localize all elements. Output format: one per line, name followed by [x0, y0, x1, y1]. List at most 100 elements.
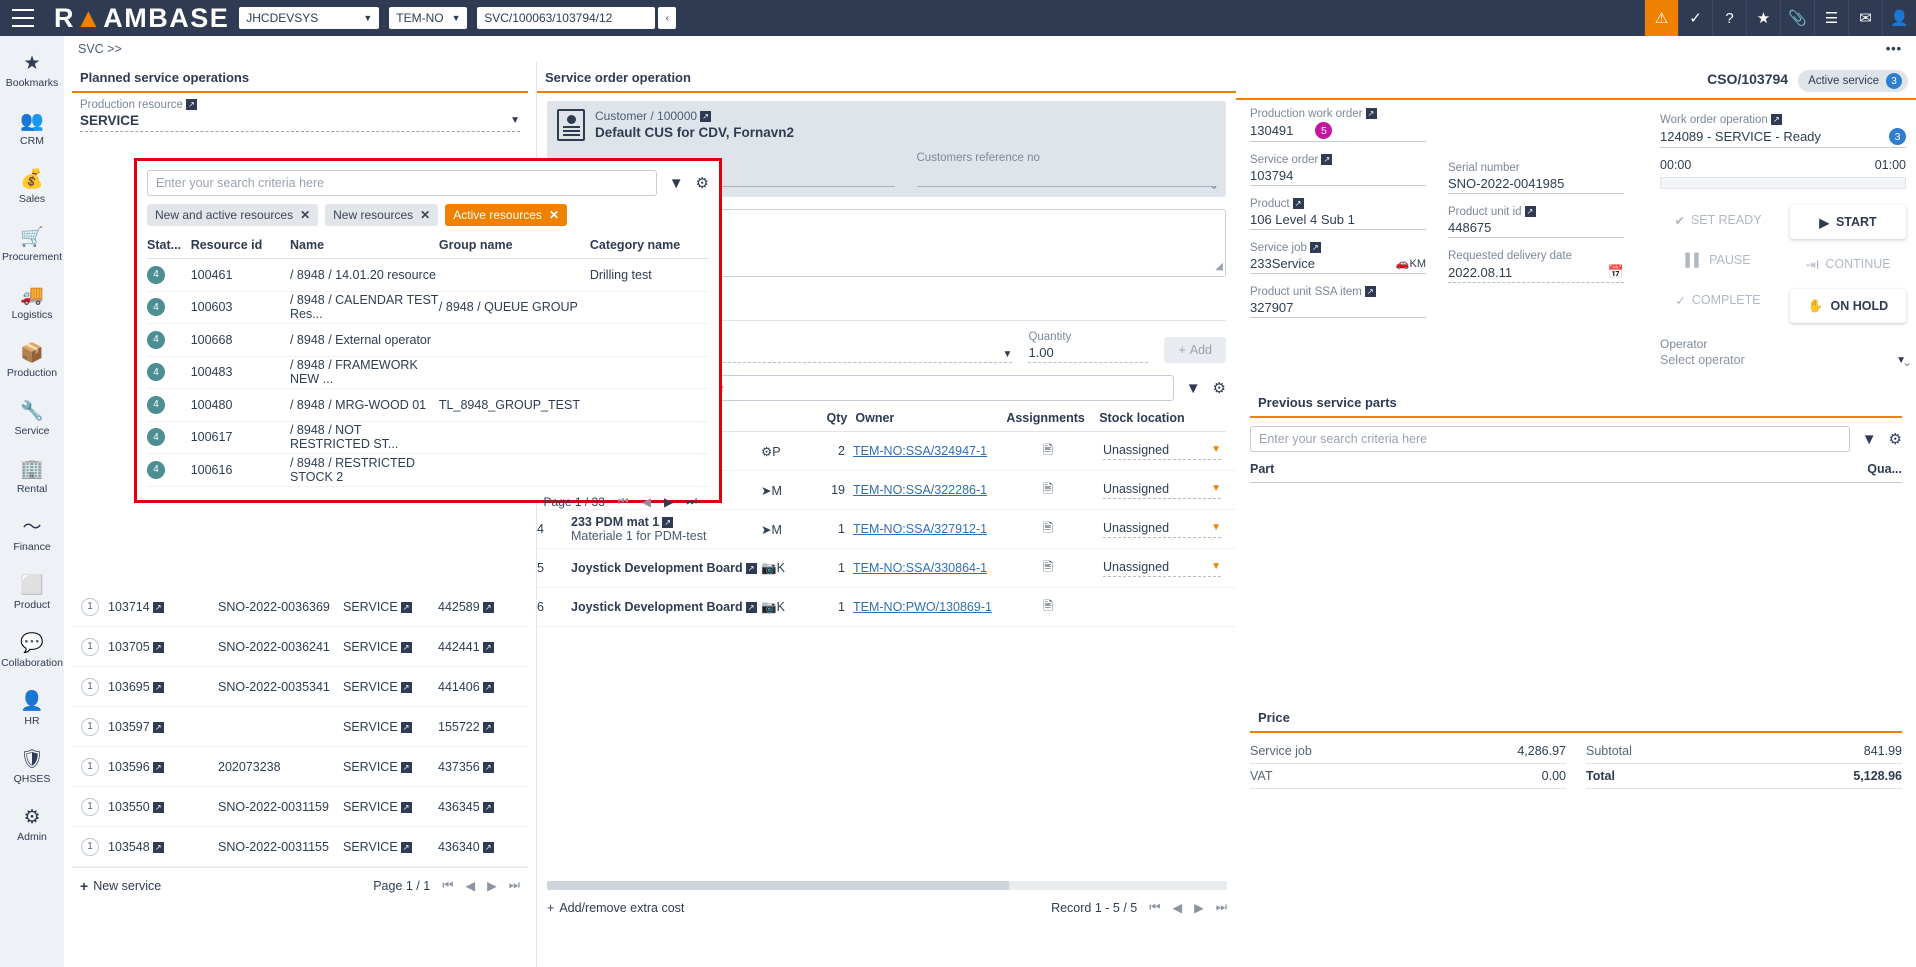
filter-icon[interactable]: ▼ — [1186, 380, 1201, 397]
type-cell[interactable]: SERVICE↗ — [343, 720, 438, 734]
sidebar-item-bookmarks[interactable]: ★ Bookmarks — [0, 42, 64, 100]
company-select[interactable]: JHCDEVSYS ▼ — [239, 7, 379, 29]
owner-cell[interactable]: TEM-NO:SSA/322286-1 — [853, 483, 993, 497]
stock-location-select[interactable]: Unassigned ▼ — [1103, 482, 1221, 499]
service-id-cell[interactable]: 103548↗ — [108, 840, 218, 854]
next-page-icon[interactable]: ▶ — [1194, 900, 1204, 915]
work-order-badge[interactable]: 3 — [1889, 128, 1906, 145]
table-row[interactable]: 1 103705↗ SNO-2022-0036241 SERVICE↗ 4424… — [72, 627, 528, 667]
sidebar-item-logistics[interactable]: 🚚 Logistics — [0, 274, 64, 332]
close-icon[interactable]: ✕ — [420, 208, 430, 222]
ref-cell[interactable]: 436340↗ — [438, 840, 524, 854]
external-link-icon[interactable]: ↗ — [1366, 108, 1377, 119]
work-order-operation-value[interactable]: 124089 - SERVICE - Ready 3 — [1660, 128, 1906, 148]
list-item[interactable]: 4 100668 / 8948 / External operator — [147, 324, 709, 357]
gear-icon[interactable]: ⚙ — [1213, 379, 1226, 397]
owner-link[interactable]: TEM-NO:PWO/130869-1 — [853, 600, 992, 614]
first-page-icon[interactable]: ⏮ — [442, 878, 453, 893]
document-icon[interactable]: 🖹 — [1043, 443, 1053, 457]
stock-location-cell[interactable]: Unassigned ▼ — [1103, 560, 1233, 577]
hamburger-icon[interactable] — [0, 0, 46, 36]
table-row[interactable]: 5 Joystick Development Board↗ 📷K 1 TEM-N… — [537, 549, 1236, 588]
external-link-icon[interactable]: ↗ — [746, 563, 757, 574]
table-row[interactable]: 1 103550↗ SNO-2022-0031159 SERVICE↗ 4363… — [72, 787, 528, 827]
stock-location-cell[interactable]: Unassigned ▼ — [1103, 482, 1233, 499]
pwo-badge[interactable]: 5 — [1315, 122, 1332, 139]
type-cell[interactable]: SERVICE↗ — [343, 680, 438, 694]
service-id-cell[interactable]: 103596↗ — [108, 760, 218, 774]
assignments-cell[interactable]: 🖹 — [993, 519, 1103, 540]
stock-location-cell[interactable]: Unassigned ▼ — [1103, 521, 1233, 538]
type-cell[interactable]: SERVICE↗ — [343, 800, 438, 814]
sidebar-item-crm[interactable]: 👥 CRM — [0, 100, 64, 158]
customers-reference-input[interactable] — [917, 167, 1217, 187]
service-job-value[interactable]: 233Service 🚗 KM — [1250, 256, 1426, 274]
external-link-icon[interactable]: ↗ — [401, 762, 412, 773]
document-id-field[interactable]: SVC/100063/103794/12 — [477, 7, 655, 29]
external-link-icon[interactable]: ↗ — [662, 517, 673, 528]
sidebar-item-hr[interactable]: 👤 HR — [0, 680, 64, 738]
external-link-icon[interactable]: ↗ — [401, 722, 412, 733]
list-item[interactable]: 4 100483 / 8948 / FRAMEWORK NEW ... — [147, 357, 709, 390]
external-link-icon[interactable]: ↗ — [1293, 198, 1304, 209]
sidebar-item-admin[interactable]: ⚙ Admin — [0, 796, 64, 854]
service-order-value[interactable]: 103794 — [1250, 168, 1426, 186]
prev-page-icon[interactable]: ◀ — [465, 878, 475, 893]
table-row[interactable]: 1 103548↗ SNO-2022-0031155 SERVICE↗ 4363… — [72, 827, 528, 867]
table-row[interactable]: 1 103597↗ SERVICE↗ 155722↗ — [72, 707, 528, 747]
external-link-icon[interactable]: ↗ — [401, 602, 412, 613]
new-service-button[interactable]: + New service — [80, 878, 161, 894]
table-row[interactable]: 6 Joystick Development Board↗ 📷K 1 TEM-N… — [537, 588, 1236, 627]
owner-cell[interactable]: TEM-NO:SSA/324947-1 — [853, 444, 993, 458]
external-link-icon[interactable]: ↗ — [1771, 114, 1782, 125]
assignments-cell[interactable]: 🖹 — [993, 597, 1103, 618]
first-page-icon[interactable]: ⏮ — [618, 494, 629, 509]
add-button[interactable]: + Add — [1164, 337, 1226, 363]
gear-icon[interactable]: ⚙ — [1889, 430, 1902, 448]
progress-track[interactable] — [1660, 177, 1906, 189]
type-cell[interactable]: SERVICE↗ — [343, 600, 438, 614]
sidebar-item-rental[interactable]: 🏢 Rental — [0, 448, 64, 506]
horizontal-scrollbar[interactable] — [547, 881, 1227, 890]
table-row[interactable]: 1 103596↗ 202073238 SERVICE↗ 437356↗ — [72, 747, 528, 787]
close-icon[interactable]: ✕ — [549, 208, 559, 222]
customer-id-line[interactable]: Customer / 100000↗ — [595, 109, 1216, 123]
continue-button[interactable]: ⇥ICONTINUE — [1790, 249, 1906, 279]
external-link-icon[interactable]: ↗ — [401, 842, 412, 853]
external-link-icon[interactable]: ↗ — [483, 842, 494, 853]
external-link-icon[interactable]: ↗ — [401, 682, 412, 693]
prev-page-icon[interactable]: ◀ — [1172, 900, 1182, 915]
document-icon[interactable]: 🖹 — [1043, 560, 1053, 574]
external-link-icon[interactable]: ↗ — [153, 802, 164, 813]
owner-link[interactable]: TEM-NO:SSA/327912-1 — [853, 522, 987, 536]
type-cell[interactable]: SERVICE↗ — [343, 840, 438, 854]
status-badge[interactable]: Active service 3 — [1798, 70, 1908, 92]
production-work-order-value[interactable]: 130491 5 — [1250, 122, 1426, 142]
stock-location-select[interactable]: Unassigned ▼ — [1103, 521, 1221, 538]
filter-icon[interactable]: ▼ — [669, 175, 684, 192]
quantity-input[interactable]: 1.00 — [1028, 345, 1148, 363]
list-item[interactable]: 4 100603 / 8948 / CALENDAR TEST Res... /… — [147, 292, 709, 325]
assignments-cell[interactable]: 🖹 — [993, 480, 1103, 501]
user-icon[interactable]: 👤 — [1882, 0, 1916, 36]
product-value[interactable]: 106 Level 4 Sub 1 — [1250, 212, 1426, 230]
product-unit-id-value[interactable]: 448675 — [1448, 220, 1624, 238]
ref-cell[interactable]: 442589↗ — [438, 600, 524, 614]
pause-button[interactable]: ▌▌PAUSE — [1660, 245, 1776, 275]
chip-new-resources[interactable]: New resources ✕ — [325, 204, 438, 226]
quantity-field[interactable]: Quantity 1.00 — [1028, 331, 1148, 363]
service-id-cell[interactable]: 103695↗ — [108, 680, 218, 694]
ref-cell[interactable]: 442441↗ — [438, 640, 524, 654]
alert-icon[interactable]: ⚠ — [1644, 0, 1678, 36]
filter-icon[interactable]: ▼ — [1862, 431, 1877, 448]
sidebar-item-sales[interactable]: 💰 Sales — [0, 158, 64, 216]
scrollbar-thumb[interactable] — [547, 881, 1009, 890]
owner-link[interactable]: TEM-NO:SSA/322286-1 — [853, 483, 987, 497]
assignments-cell[interactable]: 🖹 — [993, 441, 1103, 462]
sidebar-item-production[interactable]: 📦 Production — [0, 332, 64, 390]
external-link-icon[interactable]: ↗ — [483, 602, 494, 613]
external-link-icon[interactable]: ↗ — [153, 642, 164, 653]
favorites-icon[interactable]: ★ — [1746, 0, 1780, 36]
external-link-icon[interactable]: ↗ — [483, 642, 494, 653]
prev-page-icon[interactable]: ◀ — [642, 495, 651, 509]
